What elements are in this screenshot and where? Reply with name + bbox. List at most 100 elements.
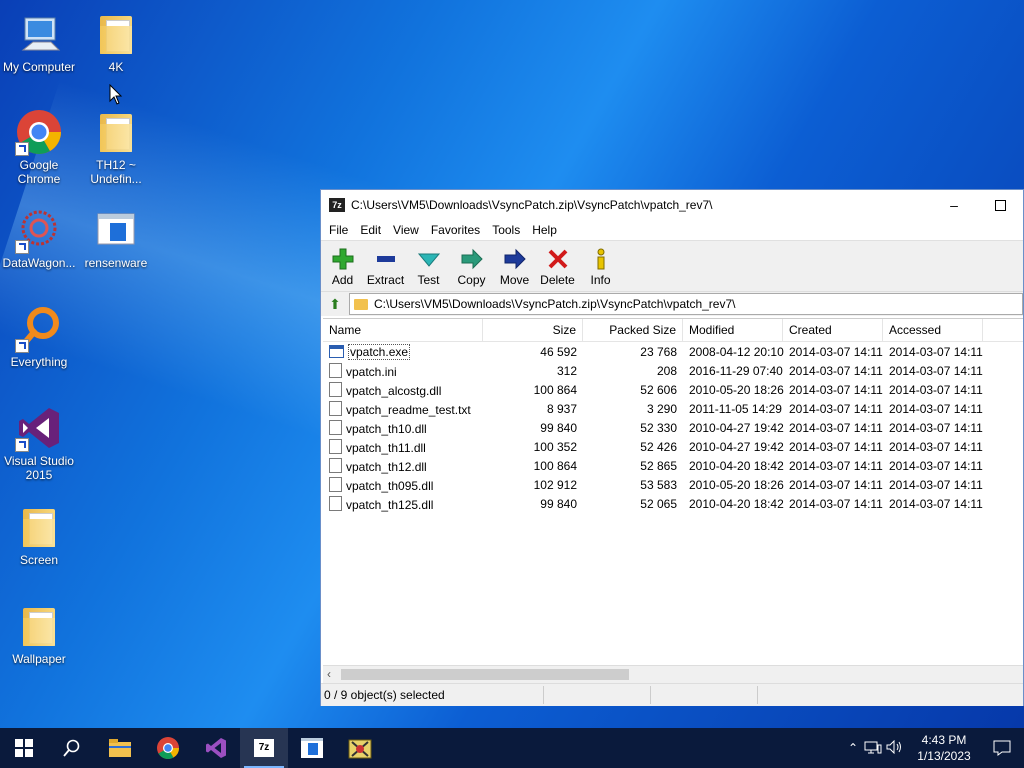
menu-view[interactable]: View: [387, 223, 425, 237]
notifications-button[interactable]: [980, 740, 1024, 756]
clock[interactable]: 4:43 PM 1/13/2023: [908, 732, 980, 764]
test-button[interactable]: Test: [407, 243, 450, 291]
table-row[interactable]: vpatch_th095.dll 102 912 53 583 2010-05-20 …: [323, 475, 1023, 494]
desktop-icon-label: Google Chrome: [17, 158, 61, 186]
file-packed-size-cell: 23 768: [640, 344, 677, 359]
show-hidden-icons-button[interactable]: ⌃: [842, 741, 864, 755]
search-button[interactable]: [48, 728, 96, 768]
info-label: Info: [590, 273, 611, 287]
taskbar-rensenware[interactable]: [288, 728, 336, 768]
file-accessed-cell: 2014-03-07 14:11: [889, 496, 983, 511]
file-accessed-cell: 2014-03-07 14:11: [889, 344, 983, 359]
file-accessed-cell: 2014-03-07 14:11: [889, 477, 983, 492]
table-row[interactable]: vpatch_th125.dll 99 840 52 065 2010-04-20 1…: [323, 494, 1023, 513]
desktop-icon-everything[interactable]: Everything: [0, 305, 78, 369]
column-modified[interactable]: Modified: [683, 319, 783, 341]
column-name[interactable]: Name: [323, 319, 483, 341]
file-size-cell: 46 592: [540, 344, 577, 359]
move-button[interactable]: Move: [493, 243, 536, 291]
file-size-cell: 99 840: [540, 420, 577, 435]
desktop-icon-google-chrome[interactable]: Google Chrome: [0, 108, 78, 186]
title-bar[interactable]: 7z C:\Users\VM5\Downloads\VsyncPatch.zip…: [321, 190, 1023, 220]
file-name-text: vpatch_th11.dll: [346, 440, 426, 455]
file-created-cell: 2014-03-07 14:11: [789, 363, 883, 378]
table-row[interactable]: vpatch.exe 46 592 23 768 2008-04-12 20:10 20…: [323, 342, 1023, 361]
file-name-text: vpatch.exe: [348, 343, 411, 360]
table-row[interactable]: vpatch.ini 312 208 2016-11-29 07:40 2014-03-…: [323, 361, 1023, 380]
taskbar-7zip[interactable]: 7z: [240, 728, 288, 768]
search-icon: [63, 739, 80, 757]
file-created-cell: 2014-03-07 14:11: [789, 382, 883, 397]
taskbar-game[interactable]: [336, 728, 384, 768]
column-size[interactable]: Size: [483, 319, 583, 341]
column-created[interactable]: Created: [783, 319, 883, 341]
table-row[interactable]: vpatch_th10.dll 99 840 52 330 2010-04-27 19…: [323, 418, 1023, 437]
file-created-cell: 2014-03-07 14:11: [789, 420, 883, 435]
file-packed-size-cell: 53 583: [640, 477, 677, 492]
maximize-button[interactable]: [977, 190, 1023, 220]
status-cell: [651, 686, 758, 704]
copy-button[interactable]: Copy: [450, 243, 493, 291]
add-button[interactable]: Add: [321, 243, 364, 291]
file-name-cell: vpatch_th11.dll: [323, 438, 483, 455]
column-accessed[interactable]: Accessed: [883, 319, 983, 341]
network-button[interactable]: [864, 740, 886, 757]
taskbar-file-explorer[interactable]: [96, 728, 144, 768]
menu-favorites[interactable]: Favorites: [425, 223, 486, 237]
desktop-icon-th12[interactable]: TH12 ~ Undefin...: [77, 108, 155, 186]
scroll-left-icon[interactable]: ‹: [327, 666, 331, 683]
minimize-button[interactable]: –: [931, 190, 977, 220]
desktop-icon-datawagon[interactable]: DataWagon...: [0, 206, 78, 270]
table-row[interactable]: vpatch_readme_test.txt 8 937 3 290 2011-11-…: [323, 399, 1023, 418]
document-file-icon: [329, 419, 342, 435]
table-row[interactable]: vpatch_alcostg.dll 100 864 52 606 2010-05-2…: [323, 380, 1023, 399]
menu-file[interactable]: File: [323, 223, 354, 237]
shortcut-arrow-icon: [15, 240, 29, 254]
toolbar: Add Extract Test Copy Move Delete Info: [321, 240, 1023, 291]
taskbar-visual-studio[interactable]: [192, 728, 240, 768]
desktop-icon-my-computer[interactable]: My Computer: [0, 10, 78, 74]
desktop-icon-screen[interactable]: Screen: [0, 503, 78, 567]
desktop-icon-wallpaper[interactable]: Wallpaper: [0, 602, 78, 666]
scrollbar-thumb[interactable]: [341, 669, 629, 680]
file-accessed-cell: 2014-03-07 14:11: [889, 439, 983, 454]
folder-icon: [92, 108, 140, 156]
file-packed-size-cell: 208: [656, 363, 677, 378]
file-accessed-cell: 2014-03-07 14:11: [889, 363, 983, 378]
desktop-icon-4k[interactable]: 4K: [77, 10, 155, 74]
executable-file-icon: [329, 344, 344, 358]
document-file-icon: [329, 400, 342, 416]
horizontal-scrollbar[interactable]: ‹: [323, 665, 1023, 683]
arrow-right-icon: [461, 247, 483, 271]
volume-button[interactable]: [886, 739, 908, 757]
file-packed-size-cell: 52 865: [640, 458, 677, 473]
start-button[interactable]: [0, 728, 48, 768]
menu-edit[interactable]: Edit: [354, 223, 387, 237]
network-icon: [864, 741, 882, 753]
table-row[interactable]: vpatch_th12.dll 100 864 52 865 2010-04-20 1…: [323, 456, 1023, 475]
extract-button[interactable]: Extract: [364, 243, 407, 291]
status-bar: 0 / 9 object(s) selected: [321, 683, 1023, 706]
desktop-icon-visual-studio[interactable]: Visual Studio 2015: [0, 404, 78, 482]
table-row[interactable]: vpatch_th11.dll 100 352 52 426 2010-04-27 1…: [323, 437, 1023, 456]
delete-label: Delete: [540, 273, 575, 287]
desktop-icon-rensenware[interactable]: rensenware: [77, 206, 155, 270]
info-button[interactable]: Info: [579, 243, 622, 291]
file-name-text: vpatch_th10.dll: [346, 421, 427, 436]
file-explorer-icon: [109, 739, 131, 757]
address-field[interactable]: C:\Users\VM5\Downloads\VsyncPatch.zip\Vs…: [349, 293, 1023, 315]
minimize-icon: –: [950, 197, 958, 213]
menu-help[interactable]: Help: [526, 223, 563, 237]
file-name-text: vpatch_th095.dll: [346, 478, 434, 493]
file-modified-cell: 2010-04-20 18:42: [689, 458, 784, 473]
folder-icon: [354, 298, 368, 310]
file-size-cell: 99 840: [540, 496, 577, 511]
column-packed-size[interactable]: Packed Size: [583, 319, 683, 341]
taskbar-chrome[interactable]: [144, 728, 192, 768]
file-name-cell: vpatch.ini: [323, 362, 483, 379]
file-created-cell: 2014-03-07 14:11: [789, 496, 883, 511]
delete-button[interactable]: Delete: [536, 243, 579, 291]
up-folder-button[interactable]: ⬆: [327, 296, 343, 312]
menu-tools[interactable]: Tools: [486, 223, 526, 237]
clock-date: 1/13/2023: [917, 749, 971, 763]
